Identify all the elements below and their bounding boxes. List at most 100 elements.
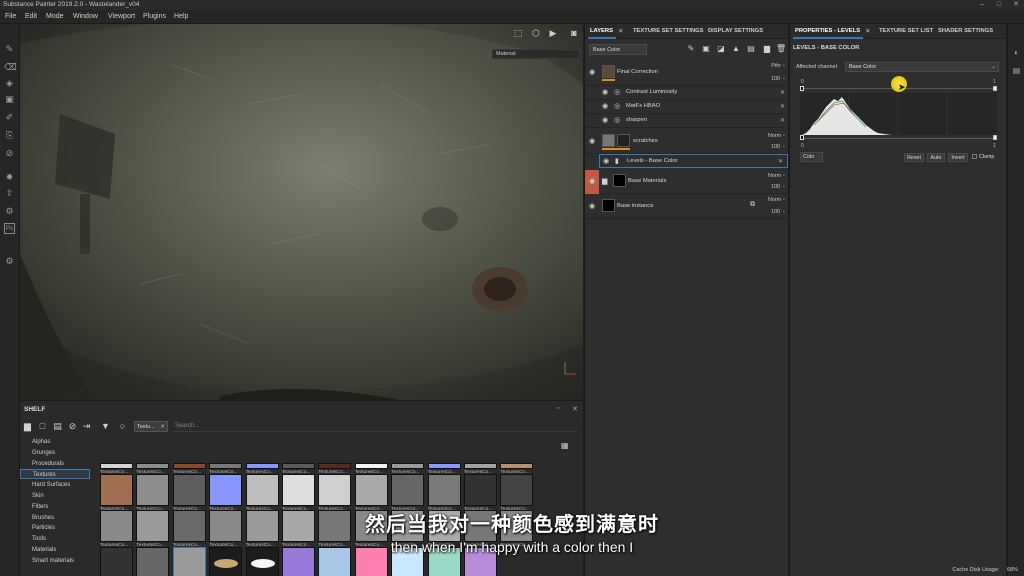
chevron-down-icon[interactable]: ⌄	[782, 75, 786, 81]
visibility-eye-icon[interactable]: ◉	[589, 177, 598, 185]
save-icon[interactable]: ▤	[52, 421, 63, 432]
layer-row[interactable]: ◉ ▆ Norm ⌄ 100 ⌄ Base Materials	[585, 170, 789, 194]
tab-close-icon[interactable]: ✕	[618, 27, 623, 35]
output-white-handle[interactable]	[993, 135, 997, 140]
add-mask-icon[interactable]: ▣	[701, 43, 711, 54]
photoshop-icon[interactable]: Ps	[4, 223, 15, 234]
delete-layer-icon[interactable]: 🗑	[776, 43, 786, 54]
projection-icon[interactable]: ◈	[4, 78, 15, 89]
input-black-handle[interactable]	[800, 86, 804, 91]
layer-opacity[interactable]: 100	[771, 184, 780, 190]
chevron-down-icon[interactable]: ⌄	[782, 132, 786, 138]
add-fill-icon[interactable]: ▲	[731, 43, 741, 54]
screenshot-icon[interactable]: ◙	[569, 28, 579, 38]
tab-texture-set-list[interactable]: TEXTURE SET LIST	[879, 28, 933, 34]
layer-row[interactable]: ◉ Norm ⌄ 100 ⌄ scratches	[585, 130, 789, 154]
visibility-eye-icon[interactable]: ◉	[602, 116, 611, 124]
eraser-icon[interactable]: ⌫	[4, 62, 17, 73]
history-icon[interactable]: ▤	[1011, 66, 1022, 77]
layer-row[interactable]: ◉ Norm ⌄ 100 ⌄ ⧉ Base instance	[585, 194, 789, 219]
tab-layers[interactable]: LAYERS	[590, 28, 613, 34]
affected-channel-select[interactable]: Base Color ⌄	[845, 62, 999, 72]
geometry-mask-icon[interactable]: ▣	[4, 94, 15, 105]
blend-mode[interactable]: Pthr	[771, 63, 781, 69]
visibility-eye-icon[interactable]: ◉	[603, 157, 612, 165]
chevron-down-icon[interactable]: ⌄	[782, 143, 786, 149]
layer-row[interactable]: ◉ ◎ ✕ Contrast Luminosity	[585, 86, 789, 100]
visibility-eye-icon[interactable]: ◉	[589, 202, 598, 210]
close-icon[interactable]: ✕	[1008, 0, 1024, 10]
shelf-category-textures[interactable]: Textures	[20, 469, 90, 480]
tab-texture-set-settings[interactable]: TEXTURE SET SETTINGS	[633, 28, 704, 34]
color-picker-icon[interactable]: ⊘	[4, 148, 15, 159]
tab-shader-settings[interactable]: SHADER SETTINGS	[938, 28, 993, 34]
settings-icon[interactable]: ⚙	[4, 206, 15, 217]
hide-icon[interactable]: ⊘	[67, 421, 78, 432]
remove-effect-icon[interactable]: ✕	[780, 117, 785, 124]
visibility-eye-icon[interactable]: ◉	[602, 88, 611, 96]
remove-effect-icon[interactable]: ✕	[778, 158, 783, 165]
info-icon[interactable]: ◐	[1011, 48, 1022, 59]
paint-brush-icon[interactable]: ✎	[4, 44, 15, 55]
bake-icon[interactable]: ✸	[4, 172, 15, 183]
minimize-icon[interactable]: –	[974, 0, 990, 10]
shelf-category-alphas[interactable]: Alphas	[20, 437, 90, 447]
menu-window[interactable]: Window	[73, 13, 98, 20]
layer-opacity[interactable]: 100	[771, 76, 780, 82]
export-icon[interactable]: ⇪	[4, 188, 15, 199]
shelf-close-icon[interactable]: ✕	[572, 405, 578, 413]
menu-help[interactable]: Help	[174, 13, 188, 20]
output-black-handle[interactable]	[800, 135, 804, 140]
menu-mode[interactable]: Mode	[46, 13, 64, 20]
shelf-category-hard-surfaces[interactable]: Hard Surfaces	[20, 480, 90, 490]
auto-button[interactable]: Auto	[927, 153, 945, 162]
layer-row[interactable]: ◉ ◎ ✕ sharpen	[585, 114, 789, 128]
filter-icon[interactable]: ▼	[100, 421, 111, 432]
channel-select[interactable]: Base Color	[589, 44, 647, 55]
reset-button[interactable]: Reset	[904, 153, 924, 162]
filter-chip[interactable]: Textu... ✕	[134, 421, 168, 432]
menu-file[interactable]: File	[5, 13, 16, 20]
layer-row[interactable]: ◉ ▮ ✕ Levels - Base Color	[599, 154, 788, 168]
new-folder-icon[interactable]: □	[37, 421, 48, 432]
layer-row[interactable]: ◉ Pthr ⌄ 100 ⌄ Final Correction	[585, 60, 789, 86]
shelf-category-skin[interactable]: Skin	[20, 491, 90, 501]
menu-edit[interactable]: Edit	[25, 13, 37, 20]
layer-mask-thumbnail[interactable]	[617, 134, 630, 147]
color-mode-select[interactable]: Colo	[800, 152, 823, 162]
blend-mode[interactable]: Norm	[768, 197, 781, 203]
viewport-video-icon[interactable]: ▶	[548, 28, 558, 38]
add-paint-icon[interactable]: ▤	[746, 43, 756, 54]
viewport-mode-select[interactable]: Material	[492, 49, 580, 59]
visibility-eye-icon[interactable]: ◉	[589, 137, 598, 145]
tab-display-settings[interactable]: DISPLAY SETTINGS	[708, 28, 763, 34]
import-icon[interactable]: ⇥	[81, 421, 92, 432]
clamp-checkbox[interactable]: Clamp	[972, 154, 994, 160]
float-icon[interactable]: ▫	[557, 405, 559, 412]
add-effect-icon[interactable]: ✎	[686, 43, 696, 54]
viewport-3d[interactable]: ⬚ ⬡ ▶ ◙ Material	[20, 24, 583, 400]
shelf-category-smart-materials[interactable]: Smart materials	[20, 556, 90, 566]
smudge-icon[interactable]: ✐	[4, 112, 15, 123]
maximize-icon[interactable]: □	[991, 0, 1007, 10]
invert-button[interactable]: Invert	[948, 153, 968, 162]
layer-row[interactable]: ◉ ◎ ✕ MatFx HBAO	[585, 100, 789, 114]
chevron-down-icon[interactable]: ⌄	[782, 62, 786, 68]
viewport-3d-icon[interactable]: ⬡	[531, 28, 541, 38]
folder-icon[interactable]: ▆	[22, 421, 33, 432]
shelf-search-input[interactable]: Search...	[173, 421, 577, 432]
tab-properties-levels[interactable]: PROPERTIES - LEVELS	[795, 28, 860, 34]
layer-opacity[interactable]: 100	[771, 209, 780, 215]
props-tab-close-icon[interactable]: ✕	[865, 27, 870, 35]
remove-effect-icon[interactable]: ✕	[780, 89, 785, 96]
grid-view-icon[interactable]: ▦	[561, 441, 571, 451]
blend-mode[interactable]: Norm	[768, 173, 781, 179]
chevron-down-icon[interactable]: ⌄	[782, 196, 786, 202]
viewport-camera-icon[interactable]: ⬚	[513, 28, 523, 38]
gear-icon[interactable]: ⚙	[4, 256, 15, 267]
menu-plugins[interactable]: Plugins	[143, 13, 166, 20]
menu-viewport[interactable]: Viewport	[108, 13, 135, 20]
folder-icon[interactable]: ▆	[602, 177, 607, 185]
layer-opacity[interactable]: 100	[771, 144, 780, 150]
shelf-category-procedurals[interactable]: Procedurals	[20, 459, 90, 469]
